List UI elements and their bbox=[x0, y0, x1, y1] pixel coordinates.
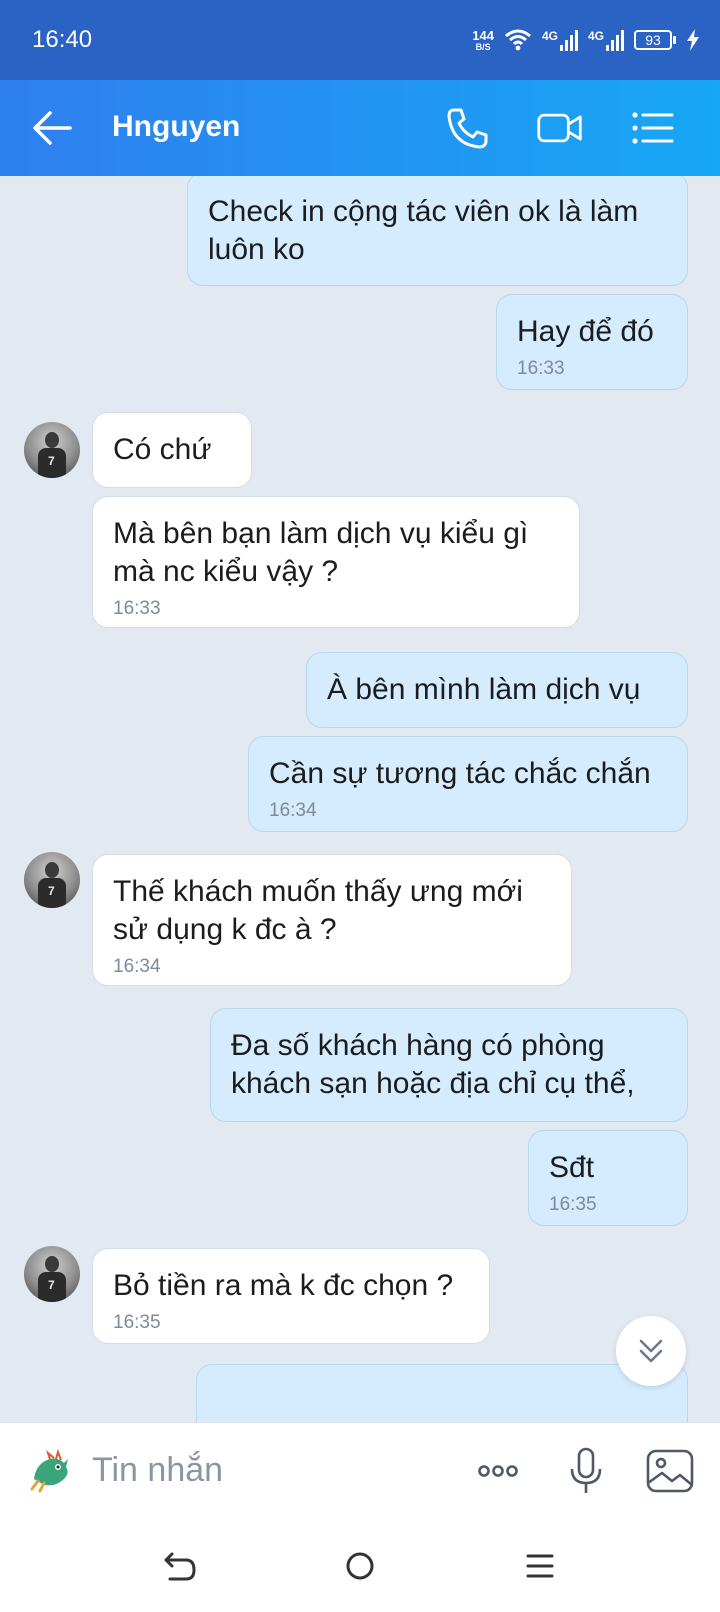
incoming-message[interactable]: Mà bên bạn làm dịch vụ kiểu gì mà nc kiể… bbox=[92, 496, 580, 628]
contact-name[interactable]: Hnguyen bbox=[112, 110, 240, 144]
outgoing-message[interactable]: Sđt 16:35 bbox=[528, 1130, 688, 1226]
message-input-bar: Tin nhắn bbox=[0, 1422, 720, 1518]
contact-avatar[interactable]: 7 bbox=[24, 422, 80, 478]
incoming-message[interactable]: Thế khách muốn thấy ưng mới sử dụng k đc… bbox=[92, 854, 572, 986]
message-text: Cần sự tương tác chắc chắn bbox=[269, 757, 651, 790]
chat-header: Hnguyen bbox=[0, 80, 720, 176]
incoming-message[interactable]: Có chứ bbox=[92, 412, 252, 488]
message-text: Đa số khách hàng có phòng khách sạn hoặc… bbox=[231, 1029, 635, 1100]
outgoing-message-partial[interactable] bbox=[196, 1364, 688, 1422]
message-time: 16:33 bbox=[517, 358, 565, 379]
message-text: Có chứ bbox=[113, 433, 212, 466]
sticker-icon[interactable] bbox=[28, 1449, 72, 1493]
outgoing-message[interactable]: Hay để đó 16:33 bbox=[496, 294, 688, 390]
nav-back-icon[interactable] bbox=[160, 1546, 200, 1586]
network-speed-unit: B/S bbox=[475, 41, 491, 52]
network-speed: 144 B/S bbox=[472, 29, 494, 52]
system-navigation-bar bbox=[0, 1518, 720, 1612]
message-list[interactable]: Check in cộng tác viên ok là làm luôn ko… bbox=[0, 176, 720, 1422]
sim2-label: 4G bbox=[587, 29, 604, 43]
charging-icon bbox=[687, 29, 699, 51]
nav-recents-icon[interactable] bbox=[520, 1546, 560, 1586]
sim1-signal: 4G bbox=[542, 29, 578, 51]
incoming-message[interactable]: Bỏ tiền ra mà k đc chọn ? 16:35 bbox=[92, 1248, 490, 1344]
contact-avatar[interactable]: 7 bbox=[24, 1246, 80, 1302]
more-dots-icon[interactable] bbox=[472, 1445, 524, 1497]
outgoing-message[interactable]: À bên mình làm dịch vụ bbox=[306, 652, 688, 728]
phone-icon[interactable] bbox=[444, 104, 492, 152]
message-text: Bỏ tiền ra mà k đc chọn ? bbox=[113, 1269, 454, 1302]
message-text: Mà bên bạn làm dịch vụ kiểu gì mà nc kiể… bbox=[113, 517, 529, 588]
status-bar: 16:40 144 B/S 4G 4G 93 bbox=[0, 0, 720, 80]
battery-level: 93 bbox=[645, 32, 661, 48]
status-time: 16:40 bbox=[32, 26, 93, 53]
scroll-to-bottom-button[interactable] bbox=[616, 1316, 686, 1386]
signal-bars-icon bbox=[606, 29, 624, 51]
message-text: À bên mình làm dịch vụ bbox=[327, 673, 641, 706]
image-icon[interactable] bbox=[644, 1445, 696, 1497]
message-text: Thế khách muốn thấy ưng mới sử dụng k đc… bbox=[113, 875, 523, 946]
message-time: 16:35 bbox=[113, 1312, 161, 1333]
message-input[interactable]: Tin nhắn bbox=[92, 1451, 223, 1490]
network-speed-value: 144 bbox=[472, 27, 494, 43]
message-time: 16:34 bbox=[269, 800, 317, 821]
microphone-icon[interactable] bbox=[560, 1445, 612, 1497]
outgoing-message[interactable]: Cần sự tương tác chắc chắn 16:34 bbox=[248, 736, 688, 832]
status-icons: 144 B/S 4G 4G 93 bbox=[472, 24, 700, 56]
message-text: Hay để đó bbox=[517, 315, 654, 348]
message-text: Sđt bbox=[549, 1151, 595, 1184]
message-time: 16:35 bbox=[549, 1194, 597, 1215]
sim2-signal: 4G bbox=[588, 29, 624, 51]
message-text: Check in cộng tác viên ok là làm luôn ko bbox=[208, 195, 639, 266]
message-time: 16:33 bbox=[113, 598, 161, 619]
signal-bars-icon bbox=[559, 29, 578, 51]
double-chevron-down-icon bbox=[639, 1339, 663, 1363]
back-arrow-icon[interactable] bbox=[30, 108, 74, 148]
video-camera-icon[interactable] bbox=[536, 104, 584, 152]
sim1-label: 4G bbox=[541, 29, 558, 43]
contact-avatar[interactable]: 7 bbox=[24, 852, 80, 908]
list-menu-icon[interactable] bbox=[628, 104, 676, 152]
message-time: 16:34 bbox=[113, 956, 161, 977]
nav-home-icon[interactable] bbox=[340, 1546, 380, 1586]
wifi-icon bbox=[505, 29, 531, 51]
battery-indicator: 93 bbox=[634, 30, 676, 50]
outgoing-message[interactable]: Đa số khách hàng có phòng khách sạn hoặc… bbox=[210, 1008, 688, 1122]
outgoing-message[interactable]: Check in cộng tác viên ok là làm luôn ko bbox=[187, 176, 688, 286]
